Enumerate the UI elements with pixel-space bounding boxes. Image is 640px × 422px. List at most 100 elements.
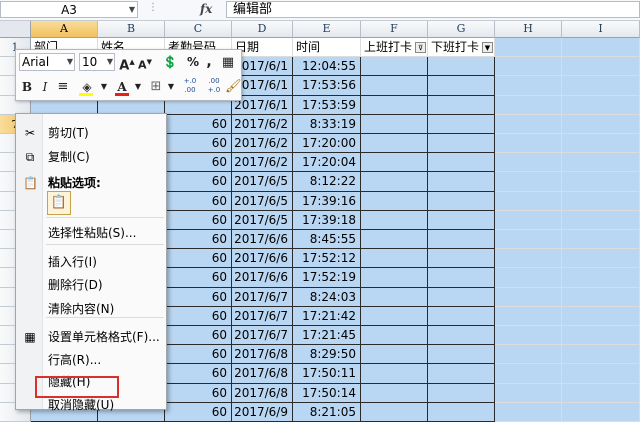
table-cell[interactable]: [428, 345, 495, 365]
table-cell[interactable]: [562, 345, 640, 365]
table-cell[interactable]: [428, 364, 495, 384]
table-cell[interactable]: [361, 153, 428, 173]
table-cell[interactable]: [428, 402, 495, 422]
table-cell[interactable]: [361, 268, 428, 288]
table-cell[interactable]: 2017/6/8: [232, 383, 293, 403]
accounting-format-button[interactable]: 💲: [159, 53, 181, 71]
table-cell[interactable]: 12:04:55: [293, 57, 361, 77]
table-cell[interactable]: [495, 326, 562, 346]
table-cell[interactable]: [495, 345, 562, 365]
table-cell[interactable]: [428, 326, 495, 346]
table-cell[interactable]: [495, 383, 562, 403]
paste-special-item[interactable]: 选择性粘贴(S)...: [17, 222, 166, 244]
format-painter-button[interactable]: 🖌: [225, 78, 242, 96]
table-cell[interactable]: [495, 402, 562, 422]
select-all-corner[interactable]: [0, 21, 31, 38]
table-cell[interactable]: 2017/6/5: [232, 210, 293, 230]
table-cell[interactable]: [361, 402, 428, 422]
formula-input[interactable]: 编辑部: [226, 1, 640, 18]
table-cell[interactable]: [562, 134, 640, 154]
format-cells-item[interactable]: ▦ 设置单元格格式(F)...: [17, 326, 166, 348]
table-cell[interactable]: [562, 172, 640, 192]
table-cell[interactable]: 2017/6/2: [232, 153, 293, 173]
shrink-font-button[interactable]: A▼: [137, 53, 153, 72]
chevron-down-icon[interactable]: ▼: [134, 78, 142, 96]
table-cell[interactable]: [428, 134, 495, 154]
header-cell[interactable]: [562, 38, 640, 58]
align-center-button[interactable]: ≡: [56, 78, 70, 96]
table-cell[interactable]: [562, 268, 640, 288]
table-cell[interactable]: [361, 230, 428, 250]
table-cell[interactable]: [361, 114, 428, 134]
table-cell[interactable]: [562, 76, 640, 96]
column-header-d[interactable]: D: [232, 21, 293, 38]
chevron-down-icon[interactable]: ▼: [167, 78, 175, 96]
table-cell[interactable]: 60: [165, 153, 232, 173]
table-cell[interactable]: 60: [165, 364, 232, 384]
borders-button[interactable]: ⊞: [147, 78, 165, 96]
insert-row-item[interactable]: 插入行(I): [17, 251, 166, 273]
table-cell[interactable]: [428, 191, 495, 211]
table-cell[interactable]: 60: [165, 268, 232, 288]
table-cell[interactable]: 17:39:16: [293, 191, 361, 211]
table-cell[interactable]: [361, 326, 428, 346]
paste-icon[interactable]: 📋: [47, 191, 71, 215]
table-cell[interactable]: 2017/6/7: [232, 287, 293, 307]
table-cell[interactable]: 60: [165, 326, 232, 346]
table-cell[interactable]: [562, 249, 640, 269]
table-cell[interactable]: 2017/6/9: [232, 402, 293, 422]
table-cell[interactable]: 2017/6/6: [232, 268, 293, 288]
table-cell[interactable]: [361, 57, 428, 77]
table-cell[interactable]: 2017/6/6: [232, 230, 293, 250]
table-cell[interactable]: [428, 249, 495, 269]
table-cell[interactable]: [361, 210, 428, 230]
table-cell[interactable]: [428, 153, 495, 173]
table-cell[interactable]: 60: [165, 134, 232, 154]
table-cell[interactable]: 8:24:03: [293, 287, 361, 307]
table-cell[interactable]: 8:45:55: [293, 230, 361, 250]
column-header-c[interactable]: C: [165, 21, 232, 38]
table-cell[interactable]: 60: [165, 402, 232, 422]
insert-function-button[interactable]: fx: [200, 2, 212, 16]
table-cell[interactable]: 17:20:00: [293, 134, 361, 154]
table-cell[interactable]: [361, 345, 428, 365]
table-cell[interactable]: 60: [165, 287, 232, 307]
font-name-select[interactable]: Arial ▼: [19, 53, 75, 71]
increase-decimal-button[interactable]: +.0 .00: [179, 77, 201, 95]
table-cell[interactable]: [562, 210, 640, 230]
table-cell[interactable]: [361, 287, 428, 307]
table-cell[interactable]: [361, 383, 428, 403]
table-cell[interactable]: [495, 153, 562, 173]
table-cell[interactable]: 2017/6/6: [232, 249, 293, 269]
table-cell[interactable]: 17:52:12: [293, 249, 361, 269]
table-cell[interactable]: 8:21:05: [293, 402, 361, 422]
table-cell[interactable]: 17:53:56: [293, 76, 361, 96]
table-cell[interactable]: [562, 230, 640, 250]
column-header-h[interactable]: H: [495, 21, 562, 38]
table-cell[interactable]: [495, 306, 562, 326]
table-cell[interactable]: 17:21:45: [293, 326, 361, 346]
header-cell[interactable]: 时间: [293, 38, 361, 58]
row-height-item[interactable]: 行高(R)...: [17, 349, 166, 371]
column-header-i[interactable]: I: [562, 21, 640, 38]
table-cell[interactable]: 60: [165, 383, 232, 403]
table-cell[interactable]: [428, 95, 495, 115]
table-cell[interactable]: 17:39:18: [293, 210, 361, 230]
column-header-b[interactable]: B: [98, 21, 165, 38]
table-cell[interactable]: 60: [165, 345, 232, 365]
bold-button[interactable]: B: [20, 78, 34, 96]
name-box[interactable]: A3: [0, 1, 138, 18]
table-cell[interactable]: 60: [165, 306, 232, 326]
table-cell[interactable]: [361, 191, 428, 211]
table-cell[interactable]: 17:53:59: [293, 95, 361, 115]
delete-row-item[interactable]: 删除行(D): [17, 274, 166, 296]
format-cells-button[interactable]: ▦: [218, 53, 238, 71]
table-cell[interactable]: [562, 57, 640, 77]
table-cell[interactable]: [562, 364, 640, 384]
table-cell[interactable]: 60: [165, 249, 232, 269]
table-cell[interactable]: 17:50:11: [293, 364, 361, 384]
table-cell[interactable]: 2017/6/8: [232, 364, 293, 384]
table-cell[interactable]: 2017/6/7: [232, 326, 293, 346]
table-cell[interactable]: [495, 287, 562, 307]
table-cell[interactable]: [361, 76, 428, 96]
